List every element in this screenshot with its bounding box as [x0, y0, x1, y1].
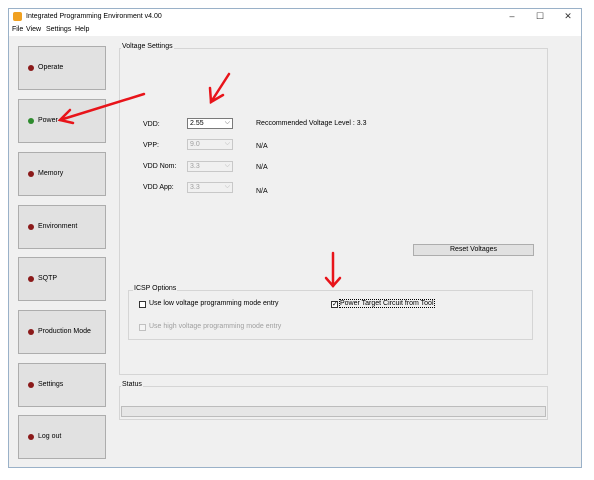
- annotation-arrow-vdd: [208, 72, 231, 105]
- annotation-arrow-power: [57, 92, 146, 125]
- annotation-arrows: [57, 72, 342, 288]
- annotation-arrow-power-target: [324, 251, 342, 288]
